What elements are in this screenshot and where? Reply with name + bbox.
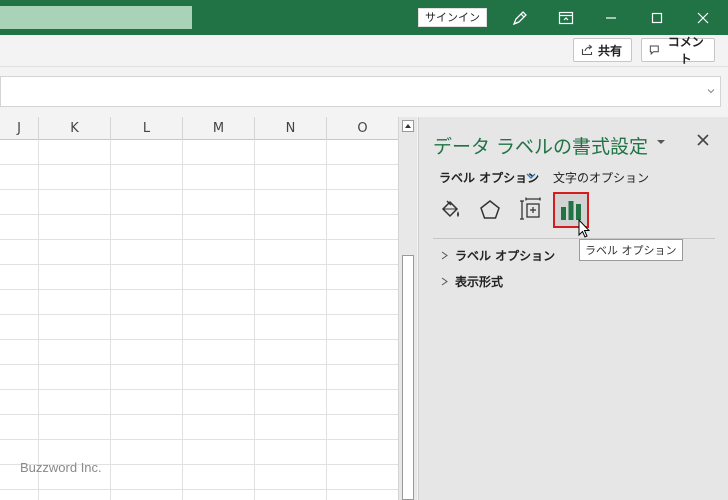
- pane-close-icon[interactable]: [695, 132, 711, 148]
- close-icon[interactable]: [690, 5, 716, 31]
- row-line: [0, 314, 398, 315]
- signin-button[interactable]: サインイン: [418, 8, 487, 27]
- column-line: [254, 140, 255, 500]
- column-header-o[interactable]: O: [327, 117, 398, 140]
- row-line: [0, 239, 398, 240]
- column-headers: J K L M N O: [0, 117, 398, 140]
- row-line: [0, 264, 398, 265]
- scroll-up-button[interactable]: [402, 120, 414, 132]
- tab-text-options[interactable]: 文字のオプション: [553, 169, 649, 186]
- row-line: [0, 339, 398, 340]
- triangle-up-icon: [405, 124, 411, 128]
- chevron-down-icon[interactable]: [706, 86, 716, 96]
- ribbon-bar: 共有 コメント: [0, 35, 728, 67]
- scroll-thumb[interactable]: [402, 255, 414, 500]
- row-line: [0, 439, 398, 440]
- pane-title: データ ラベルの書式設定: [433, 136, 649, 158]
- column-line: [326, 140, 327, 500]
- row-line: [0, 364, 398, 365]
- ribbon-display-icon[interactable]: [553, 5, 579, 31]
- triangle-right-icon: [441, 251, 448, 260]
- formula-bar-area: [0, 67, 728, 117]
- formula-bar[interactable]: [0, 76, 721, 107]
- row-line: [0, 289, 398, 290]
- column-line: [110, 140, 111, 500]
- column-header-k[interactable]: K: [39, 117, 111, 140]
- row-line: [0, 214, 398, 215]
- row-line: [0, 164, 398, 165]
- share-button[interactable]: 共有: [573, 38, 632, 62]
- section-label-options-text: ラベル オプション: [455, 249, 556, 263]
- document-title-area: [0, 6, 192, 29]
- minimize-icon[interactable]: [598, 5, 624, 31]
- row-line: [0, 389, 398, 390]
- share-icon: [581, 44, 593, 56]
- section-label-options[interactable]: ラベル オプション: [441, 247, 555, 264]
- worksheet-grid[interactable]: J K L M N O Buzzword Inc.: [0, 117, 398, 500]
- column-line: [182, 140, 183, 500]
- comment-label: コメント: [667, 35, 704, 66]
- mouse-cursor-icon: [578, 219, 590, 238]
- title-bar: サインイン: [0, 0, 728, 35]
- column-line: [38, 140, 39, 500]
- cell-area[interactable]: [0, 140, 398, 500]
- maximize-icon[interactable]: [644, 5, 670, 31]
- column-header-l[interactable]: L: [111, 117, 183, 140]
- pane-options-dropdown-icon[interactable]: [656, 137, 666, 147]
- effects-pentagon-icon[interactable]: [475, 195, 505, 225]
- pen-icon[interactable]: [507, 5, 533, 31]
- watermark: Buzzword Inc.: [20, 460, 102, 475]
- triangle-right-icon: [441, 277, 448, 286]
- comment-icon: [649, 45, 659, 56]
- column-header-m[interactable]: M: [183, 117, 255, 140]
- chevron-down-icon[interactable]: [525, 171, 537, 181]
- fill-line-icon[interactable]: [436, 195, 466, 225]
- tooltip: ラベル オプション: [579, 239, 683, 261]
- row-line: [0, 189, 398, 190]
- column-header-n[interactable]: N: [255, 117, 327, 140]
- comment-button[interactable]: コメント: [641, 35, 715, 66]
- share-label: 共有: [598, 43, 623, 58]
- section-number-format[interactable]: 表示形式: [441, 273, 503, 290]
- column-header-j[interactable]: J: [0, 117, 39, 140]
- row-line: [0, 414, 398, 415]
- format-data-labels-pane: データ ラベルの書式設定 ラベル オプション 文字のオプション ラベル オプショ…: [418, 117, 728, 500]
- row-line: [0, 489, 398, 490]
- section-number-format-text: 表示形式: [455, 275, 504, 289]
- size-properties-icon[interactable]: [515, 195, 545, 225]
- vertical-scrollbar[interactable]: [398, 117, 417, 500]
